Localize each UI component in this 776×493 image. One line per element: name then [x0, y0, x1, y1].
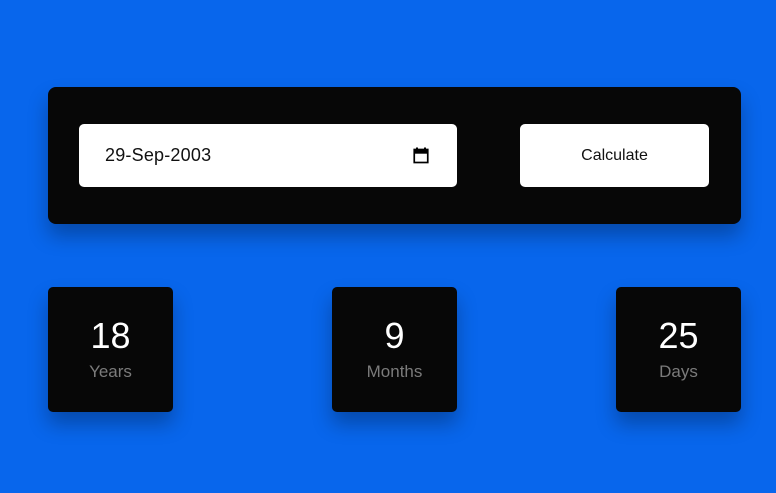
months-result-card: 9 Months	[332, 287, 457, 412]
days-label: Days	[659, 362, 698, 381]
years-result-card: 18 Years	[48, 287, 173, 412]
years-value: 18	[90, 315, 131, 356]
years-label: Years	[89, 362, 132, 381]
months-label: Months	[366, 362, 423, 381]
birth-date-input[interactable]: 29-Sep-2003	[79, 124, 457, 187]
calendar-icon[interactable]	[412, 147, 430, 165]
days-result-card: 25 Days	[616, 287, 741, 412]
days-value: 25	[658, 315, 699, 356]
calculate-button[interactable]: Calculate	[520, 124, 709, 187]
birth-date-value[interactable]: 29-Sep-2003	[105, 145, 211, 166]
months-value: 9	[384, 315, 405, 356]
date-input-panel: 29-Sep-2003 Calculate	[48, 87, 741, 224]
